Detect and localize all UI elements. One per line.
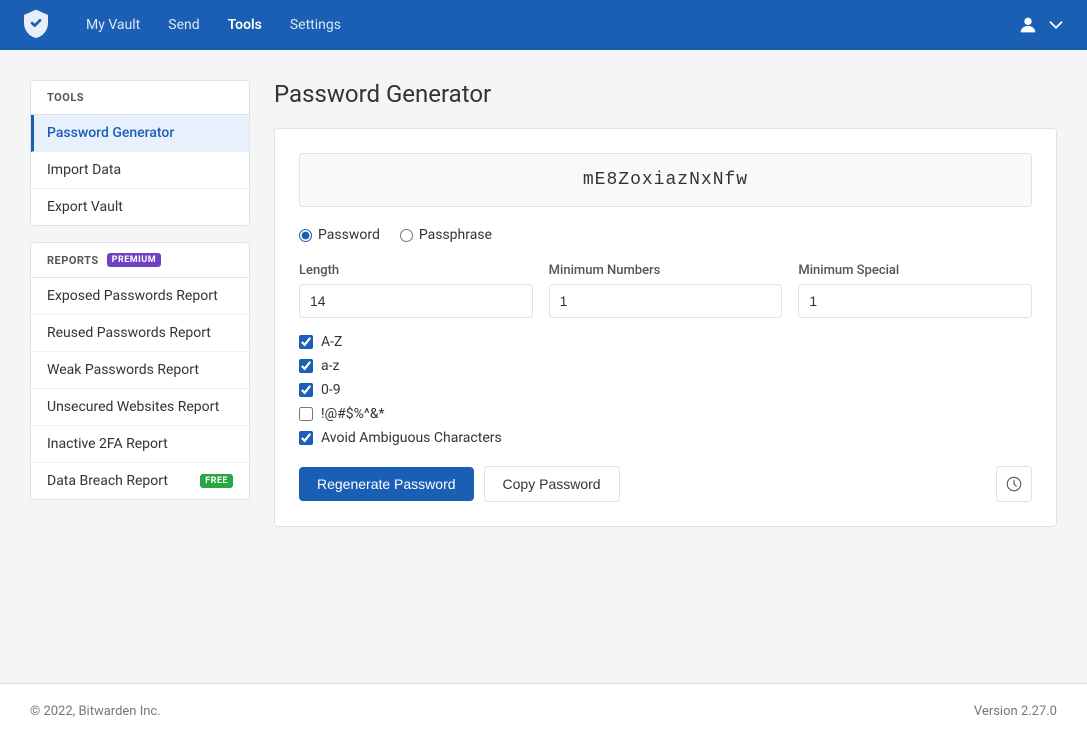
min-special-input[interactable] <box>798 284 1032 318</box>
header: My Vault Send Tools Settings <box>0 0 1087 50</box>
page-title: Password Generator <box>274 80 1057 108</box>
user-icon <box>1017 14 1039 36</box>
user-menu[interactable] <box>1017 14 1067 36</box>
checkbox-ambiguous-label[interactable]: Avoid Ambiguous Characters <box>299 430 1032 446</box>
fields-row: Length Minimum Numbers Minimum Special <box>299 263 1032 318</box>
radio-password[interactable] <box>299 229 312 242</box>
radio-passphrase[interactable] <box>400 229 413 242</box>
copy-password-button[interactable]: Copy Password <box>484 466 620 502</box>
regenerate-password-button[interactable]: Regenerate Password <box>299 467 474 501</box>
nav-my-vault[interactable]: My Vault <box>76 11 150 39</box>
checkbox-special[interactable] <box>299 407 313 421</box>
min-special-field-group: Minimum Special <box>798 263 1032 318</box>
sidebar: TOOLS Password Generator Import Data Exp… <box>30 80 250 653</box>
sidebar-item-export-vault[interactable]: Export Vault <box>31 189 249 225</box>
sidebar-item-unsecured-websites[interactable]: Unsecured Websites Report <box>31 389 249 426</box>
tools-label: TOOLS <box>47 91 84 104</box>
sidebar-item-exposed-passwords[interactable]: Exposed Passwords Report <box>31 278 249 315</box>
length-input[interactable] <box>299 284 533 318</box>
history-icon <box>1005 475 1023 493</box>
radio-passphrase-label[interactable]: Passphrase <box>400 227 492 243</box>
checkbox-special-label[interactable]: !@#$%^&* <box>299 406 1032 422</box>
nav-settings[interactable]: Settings <box>280 11 351 39</box>
length-field-group: Length <box>299 263 533 318</box>
checkbox-az[interactable] <box>299 335 313 349</box>
footer-copyright: © 2022, Bitwarden Inc. <box>30 704 161 719</box>
logo[interactable] <box>20 7 52 43</box>
type-radio-group: Password Passphrase <box>299 227 1032 243</box>
nav-send[interactable]: Send <box>158 11 209 39</box>
sidebar-item-import-data[interactable]: Import Data <box>31 152 249 189</box>
tools-section-header: TOOLS <box>31 81 249 115</box>
reports-section: REPORTS PREMIUM Exposed Passwords Report… <box>30 242 250 500</box>
history-button[interactable] <box>996 466 1032 502</box>
chevron-down-icon <box>1045 14 1067 36</box>
sidebar-item-data-breach[interactable]: Data Breach Report FREE <box>31 463 249 499</box>
min-numbers-field-group: Minimum Numbers <box>549 263 783 318</box>
min-special-label: Minimum Special <box>798 263 1032 278</box>
min-numbers-input[interactable] <box>549 284 783 318</box>
main-nav: My Vault Send Tools Settings <box>76 11 993 39</box>
length-label: Length <box>299 263 533 278</box>
generator-box: mE8ZoxiazNxNfw Password Passphrase Lengt… <box>274 128 1057 527</box>
checkbox-09-label[interactable]: 0-9 <box>299 382 1032 398</box>
checkbox-az-lower[interactable] <box>299 359 313 373</box>
tools-section: TOOLS Password Generator Import Data Exp… <box>30 80 250 226</box>
checkbox-az-label[interactable]: A-Z <box>299 334 1032 350</box>
footer-version: Version 2.27.0 <box>974 704 1057 719</box>
sidebar-item-reused-passwords[interactable]: Reused Passwords Report <box>31 315 249 352</box>
sidebar-item-inactive-2fa[interactable]: Inactive 2FA Report <box>31 426 249 463</box>
main-container: TOOLS Password Generator Import Data Exp… <box>0 50 1087 653</box>
checkbox-ambiguous[interactable] <box>299 431 313 445</box>
checkbox-09[interactable] <box>299 383 313 397</box>
content-area: Password Generator mE8ZoxiazNxNfw Passwo… <box>274 80 1057 653</box>
footer: © 2022, Bitwarden Inc. Version 2.27.0 <box>0 683 1087 739</box>
free-badge: FREE <box>200 474 233 488</box>
sidebar-item-password-generator[interactable]: Password Generator <box>31 115 249 152</box>
actions-row: Regenerate Password Copy Password <box>299 466 1032 502</box>
checkbox-group: A-Z a-z 0-9 !@#$%^&* Avoid Ambiguous Cha… <box>299 334 1032 446</box>
radio-password-label[interactable]: Password <box>299 227 380 243</box>
reports-label: REPORTS <box>47 254 99 267</box>
reports-section-header: REPORTS PREMIUM <box>31 243 249 278</box>
checkbox-az-lower-label[interactable]: a-z <box>299 358 1032 374</box>
premium-badge: PREMIUM <box>107 253 161 267</box>
generated-password-display: mE8ZoxiazNxNfw <box>299 153 1032 207</box>
sidebar-item-weak-passwords[interactable]: Weak Passwords Report <box>31 352 249 389</box>
nav-tools[interactable]: Tools <box>218 11 272 39</box>
min-numbers-label: Minimum Numbers <box>549 263 783 278</box>
